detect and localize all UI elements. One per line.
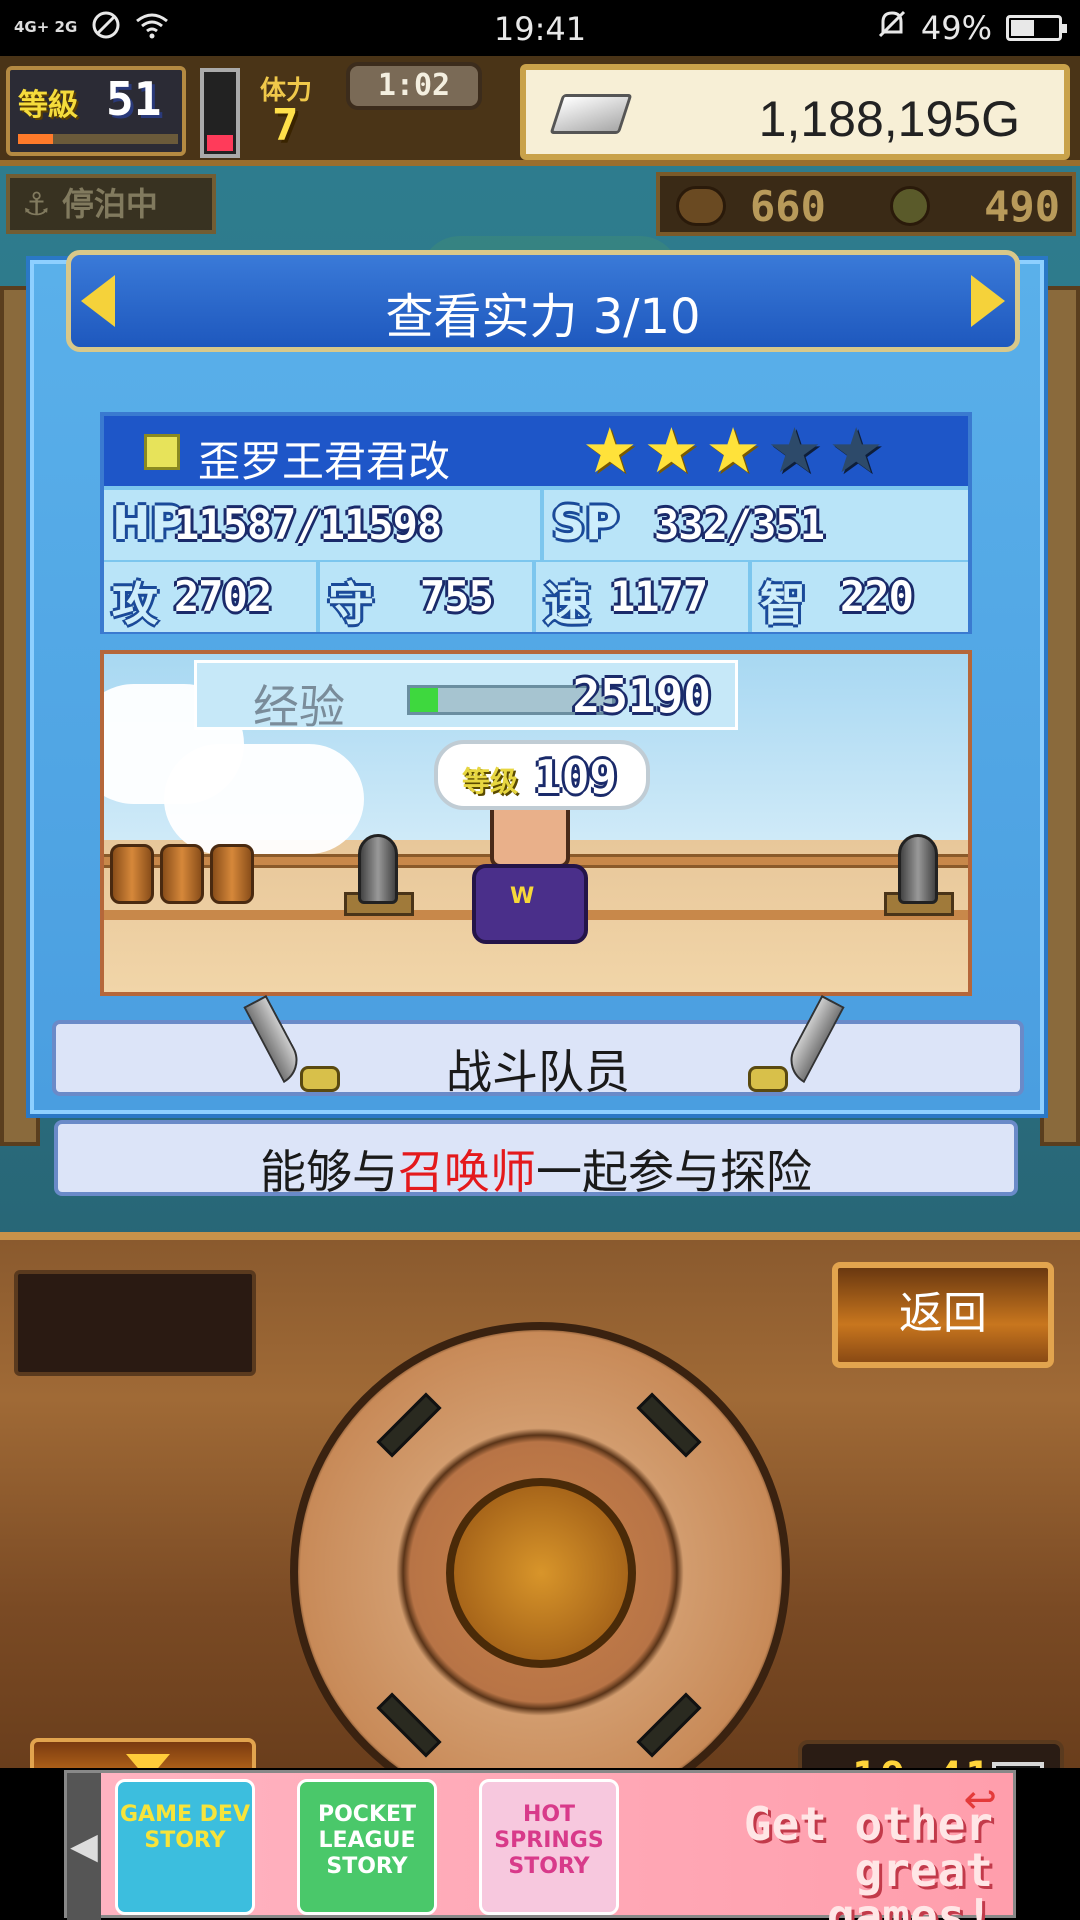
- dialog-header: 查看实力 3/10: [66, 250, 1020, 352]
- member-name: 歪罗王君君改: [198, 437, 451, 486]
- ad-cta-text[interactable]: Get other great games!: [673, 1801, 993, 1920]
- stat-row-attributes: 攻 2702 守 755 速 1177 智 220: [104, 562, 968, 632]
- controller-panel: 返回 19:41: [0, 1232, 1080, 1768]
- member-stats-panel: 歪罗王君君改 ★ ★ ★ ★ ★ HP 11587/11598 SP 332/3…: [100, 412, 972, 634]
- back-button[interactable]: 返回: [832, 1262, 1054, 1368]
- food-icon: [676, 186, 726, 226]
- class-icon: [144, 434, 180, 470]
- menu-toggle-button[interactable]: [30, 1738, 256, 1768]
- game-clock: 19:41: [798, 1740, 1064, 1768]
- member-description-bar: 能够与召唤师一起参与探险: [54, 1120, 1018, 1199]
- player-level-label: 等級: [18, 88, 78, 123]
- resource-panel: 660 490: [656, 172, 1076, 236]
- stamina-value: 7: [272, 100, 299, 151]
- stat-row-hp-sp: HP 11587/11598 SP 332/351: [104, 490, 968, 560]
- member-role-bar: 战斗队员: [52, 994, 1024, 1099]
- def-cell: 守 755: [320, 562, 536, 632]
- wheel-spoke: [636, 1692, 702, 1758]
- def-value: 755: [420, 572, 494, 621]
- sp-cell: SP 332/351: [544, 490, 968, 560]
- ad-banner[interactable]: ◀ GAME DEV STORY POCKET LEAGUE STORY HOT…: [0, 1768, 1080, 1920]
- resource-b-value: 490: [984, 182, 1060, 231]
- spd-label: 速: [544, 577, 590, 631]
- ad-tile-hot-springs-story[interactable]: HOT SPRINGS STORY: [479, 1779, 619, 1915]
- battery-icon: [1006, 15, 1067, 41]
- int-label: 智: [760, 577, 806, 631]
- exp-panel: 经验 25190: [194, 660, 738, 734]
- material-icon: [890, 186, 930, 226]
- ad-prev-arrow-icon[interactable]: ◀: [67, 1773, 101, 1920]
- silver-bar-icon: [549, 94, 633, 134]
- dock-status-label: 停泊中: [61, 185, 158, 223]
- ad-tile-pocket-league-story[interactable]: POCKET LEAGUE STORY: [297, 1779, 437, 1915]
- chevron-down-icon: [126, 1754, 170, 1768]
- int-cell: 智 220: [752, 562, 968, 632]
- hp-value: 11587/11598: [174, 500, 442, 549]
- barrel-decoration: [110, 844, 154, 904]
- barrel-decoration: [210, 844, 254, 904]
- member-preview-scene: W 经验 25190 等级 109: [100, 650, 972, 996]
- wheel-spoke: [376, 1692, 442, 1758]
- atk-value: 2702: [174, 572, 272, 621]
- sword-right-icon: [746, 994, 845, 1106]
- anchor-icon: ⚓: [22, 185, 51, 223]
- member-rank-stars: ★ ★ ★ ★ ★: [582, 420, 884, 482]
- star-empty-icon: ★: [828, 414, 884, 487]
- dialog-title: 查看实力 3/10: [385, 289, 701, 345]
- member-role: 战斗队员: [446, 1045, 630, 1099]
- star-filled-icon: ★: [582, 414, 638, 487]
- ad-content[interactable]: ◀ GAME DEV STORY POCKET LEAGUE STORY HOT…: [64, 1770, 1016, 1920]
- next-member-arrow-icon[interactable]: [971, 275, 1005, 327]
- spd-cell: 速 1177: [536, 562, 752, 632]
- member-sprite: W: [460, 794, 610, 964]
- exp-value: 25190: [572, 669, 711, 723]
- game-screen: 等級 51 体力 7 1:02 1,188,195G ⚓ 停泊中 660 490…: [0, 56, 1080, 1768]
- member-detail-dialog: 查看实力 3/10 歪罗王君君改 ★ ★ ★ ★ ★ HP 11587/1159…: [26, 250, 1048, 1118]
- hp-cell: HP 11587/11598: [104, 490, 544, 560]
- stamina-timer: 1:02: [346, 62, 482, 110]
- member-level-label: 等级: [462, 765, 519, 798]
- gold-panel[interactable]: 1,188,195G: [520, 64, 1070, 160]
- member-description: 能够与召唤师一起参与探险: [260, 1145, 812, 1199]
- player-level-value: 51: [106, 72, 162, 126]
- exp-label: 经验: [253, 680, 345, 734]
- dock-status: ⚓ 停泊中: [6, 174, 216, 234]
- battery-percent: 49%: [920, 9, 992, 47]
- star-filled-icon: ★: [643, 414, 700, 487]
- mute-bell-icon: [877, 8, 907, 48]
- cannon-decoration: [898, 834, 938, 904]
- member-level-value: 109: [534, 750, 618, 804]
- player-level-panel[interactable]: 等級 51: [6, 66, 186, 156]
- star-empty-icon: ★: [766, 414, 823, 487]
- star-filled-icon: ★: [705, 414, 761, 487]
- sp-value: 332/351: [654, 500, 825, 549]
- def-label: 守: [328, 577, 374, 631]
- ship-wheel-dpad[interactable]: [290, 1322, 790, 1768]
- description-highlight: 召唤师: [398, 1145, 536, 1199]
- member-level-bubble: 等级 109: [434, 740, 650, 810]
- status-bar: 4G+ 2G 19:41 49%: [0, 0, 1080, 56]
- cannon-decoration: [358, 834, 398, 904]
- player-level-progress: [18, 134, 178, 144]
- game-clock-time: 19:41: [852, 1752, 993, 1768]
- stamina-gauge: [200, 68, 240, 158]
- confirm-center-button[interactable]: [446, 1478, 636, 1668]
- top-hud: 等級 51 体力 7 1:02 1,188,195G: [0, 56, 1080, 166]
- info-slot: [14, 1270, 256, 1376]
- gold-value: 1,188,195G: [758, 91, 1020, 147]
- wheel-spoke: [376, 1392, 442, 1458]
- spd-value: 1177: [610, 572, 708, 621]
- member-name-row: 歪罗王君君改 ★ ★ ★ ★ ★: [104, 416, 968, 486]
- ad-tile-game-dev-story[interactable]: GAME DEV STORY: [115, 1779, 255, 1915]
- resource-a-value: 660: [750, 182, 826, 231]
- atk-cell: 攻 2702: [104, 562, 320, 632]
- int-value: 220: [840, 572, 914, 621]
- cloud-decoration: [164, 744, 364, 854]
- barrel-decoration: [160, 844, 204, 904]
- sp-label: SP: [552, 496, 619, 550]
- atk-label: 攻: [112, 577, 158, 631]
- wheel-spoke: [636, 1392, 702, 1458]
